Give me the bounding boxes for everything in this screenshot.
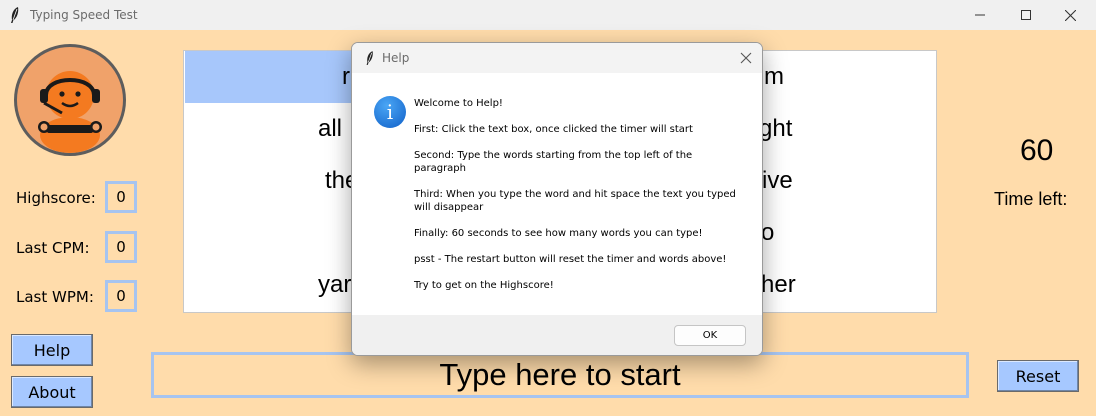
- dialog-footer: OK: [352, 315, 762, 355]
- minimize-button[interactable]: [960, 0, 1000, 30]
- close-icon[interactable]: [738, 50, 754, 66]
- minimize-icon: [975, 14, 985, 16]
- reset-button[interactable]: Reset: [997, 360, 1079, 392]
- dialog-line: Try to get on the Highscore!: [414, 280, 554, 291]
- word: her: [761, 271, 796, 298]
- last-cpm-label: Last CPM:: [16, 239, 90, 257]
- dialog-title: Help: [382, 51, 410, 65]
- help-button[interactable]: Help: [11, 334, 93, 366]
- help-dialog: Help i Welcome to Help! First: Click the…: [351, 42, 763, 356]
- timer-label: Time left:: [994, 189, 1068, 209]
- typing-person-icon: [38, 71, 102, 153]
- window-title: Typing Speed Test: [30, 8, 138, 22]
- close-button[interactable]: [1050, 0, 1090, 30]
- typing-input[interactable]: Type here to start: [151, 352, 969, 398]
- maximize-icon: [1021, 10, 1031, 20]
- dialog-line: Third: When you type the word and hit sp…: [414, 189, 736, 213]
- about-button[interactable]: About: [11, 376, 93, 408]
- ok-button[interactable]: OK: [674, 325, 746, 346]
- word: o: [761, 219, 775, 246]
- last-wpm-label: Last WPM:: [16, 288, 94, 306]
- window-title-bar: Typing Speed Test: [0, 0, 1096, 30]
- timer-value: 60: [1020, 134, 1054, 167]
- word: all: [318, 115, 343, 142]
- highscore-value: 0: [105, 181, 137, 213]
- dialog-title-bar: Help: [352, 43, 762, 73]
- avatar: [14, 44, 126, 156]
- last-wpm-value: 0: [105, 280, 137, 312]
- dialog-line: Welcome to Help!: [414, 98, 503, 109]
- dialog-line: Finally: 60 seconds to see how many word…: [414, 228, 703, 239]
- last-cpm-value: 0: [105, 231, 137, 263]
- dialog-line: Second: Type the words starting from the…: [414, 150, 693, 174]
- word: m: [764, 63, 784, 90]
- current-word-highlight: [185, 51, 361, 103]
- word: ght: [759, 115, 793, 142]
- word: yar: [318, 271, 352, 298]
- dialog-line: First: Click the text box, once clicked …: [414, 124, 693, 135]
- feather-icon: [366, 51, 373, 65]
- info-icon: i: [374, 96, 406, 128]
- dialog-line: psst - The restart button will reset the…: [414, 254, 727, 265]
- maximize-button[interactable]: [1006, 0, 1046, 30]
- word: r: [342, 63, 350, 90]
- close-icon: [1064, 9, 1076, 21]
- highscore-label: Highscore:: [16, 189, 96, 207]
- word: ive: [762, 167, 793, 194]
- feather-icon: [11, 7, 19, 23]
